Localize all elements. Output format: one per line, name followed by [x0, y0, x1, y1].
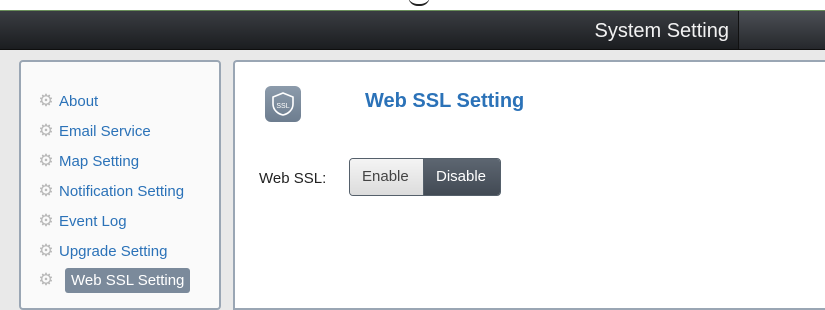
sidebar-item-label: Map Setting: [59, 152, 140, 170]
gear-icon: ⚙: [38, 121, 54, 140]
top-strip: [0, 0, 825, 11]
sidebar-item-notification-setting[interactable]: ⚙ Notification Setting: [37, 179, 184, 203]
sidebar-item-label: Event Log: [59, 212, 127, 230]
enable-button[interactable]: Enable: [350, 159, 424, 195]
main-panel: SSL Web SSL Setting Web SSL: Enable Disa…: [233, 60, 825, 310]
sidebar-item-label: Notification Setting: [59, 182, 185, 200]
sidebar: ⚙ About ⚙ Email Service ⚙ Map Setting ⚙ …: [19, 60, 221, 310]
sidebar-item-label: Email Service: [59, 122, 151, 140]
gear-icon: ⚙: [38, 91, 54, 110]
sidebar-item-web-ssl-setting[interactable]: ⚙ Web SSL Setting: [37, 267, 191, 293]
ssl-shield-icon: SSL: [265, 86, 301, 122]
gear-icon: ⚙: [38, 151, 54, 170]
web-ssl-toggle[interactable]: Enable Disable: [349, 158, 501, 196]
sidebar-item-map-setting[interactable]: ⚙ Map Setting: [37, 149, 139, 173]
gear-icon: ⚙: [38, 270, 54, 289]
sidebar-item-email-service[interactable]: ⚙ Email Service: [37, 119, 151, 143]
sidebar-item-label: Upgrade Setting: [59, 242, 168, 260]
window-title: System Setting: [594, 20, 729, 42]
sidebar-item-event-log[interactable]: ⚙ Event Log: [37, 209, 127, 233]
svg-text:SSL: SSL: [276, 103, 289, 110]
page-title: Web SSL Setting: [365, 90, 525, 112]
titlebar-accent: [738, 11, 825, 49]
sidebar-item-label: Web SSL Setting: [65, 267, 191, 293]
sidebar-item-label: About: [59, 92, 99, 110]
title-fragment: [408, 0, 430, 6]
gear-icon: ⚙: [38, 241, 54, 260]
sidebar-item-about[interactable]: ⚙ About: [37, 89, 98, 113]
sidebar-item-upgrade-setting[interactable]: ⚙ Upgrade Setting: [37, 239, 167, 263]
gear-icon: ⚙: [38, 211, 54, 230]
disable-button[interactable]: Disable: [424, 159, 500, 195]
web-ssl-label: Web SSL:: [259, 170, 327, 187]
titlebar: System Setting: [0, 11, 825, 50]
gear-icon: ⚙: [38, 181, 54, 200]
